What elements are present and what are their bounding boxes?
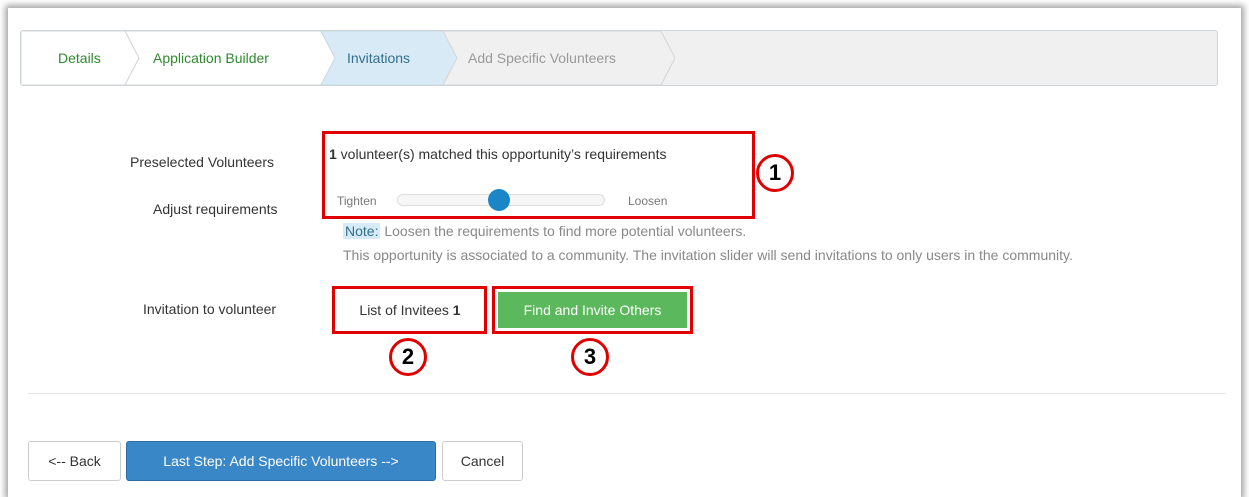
note-text: Note: Loosen the requirements to find mo… [343,223,746,239]
cancel-button[interactable]: Cancel [442,441,523,481]
step-invitations-label: Invitations [347,50,411,66]
step-details[interactable]: Details [21,31,139,85]
divider [28,393,1226,394]
community-note: This opportunity is associated to a comm… [343,247,1073,263]
find-and-invite-others-button[interactable]: Find and Invite Others [498,292,687,328]
step-invitations[interactable]: Invitations [321,31,457,85]
invitees-count: 1 [452,302,461,318]
step-application-builder-label: Application Builder [153,50,269,66]
note-tag: Note: [343,223,381,239]
note-body: Loosen the requirements to find more pot… [384,223,747,239]
next-step-button[interactable]: Last Step: Add Specific Volunteers --> [126,441,436,481]
invitees-label: List of Invitees [359,302,449,318]
adjust-requirements-label: Adjust requirements [153,201,278,217]
wizard-steps: Details Application Builder Invitations … [20,30,1218,86]
annotation-box-1 [322,131,755,219]
callout-2: 2 [389,338,427,376]
callout-1: 1 [756,154,794,192]
step-application-builder[interactable]: Application Builder [125,31,335,85]
step-add-specific-volunteers[interactable]: Add Specific Volunteers [443,31,675,85]
preselected-volunteers-label: Preselected Volunteers [130,154,274,170]
list-of-invitees-button[interactable]: List of Invitees 1 [343,292,477,328]
callout-3: 3 [571,338,609,376]
back-button[interactable]: <-- Back [28,441,121,481]
step-details-label: Details [58,50,101,66]
invitation-label: Invitation to volunteer [143,301,277,317]
step-add-specific-volunteers-label: Add Specific Volunteers [468,50,616,66]
